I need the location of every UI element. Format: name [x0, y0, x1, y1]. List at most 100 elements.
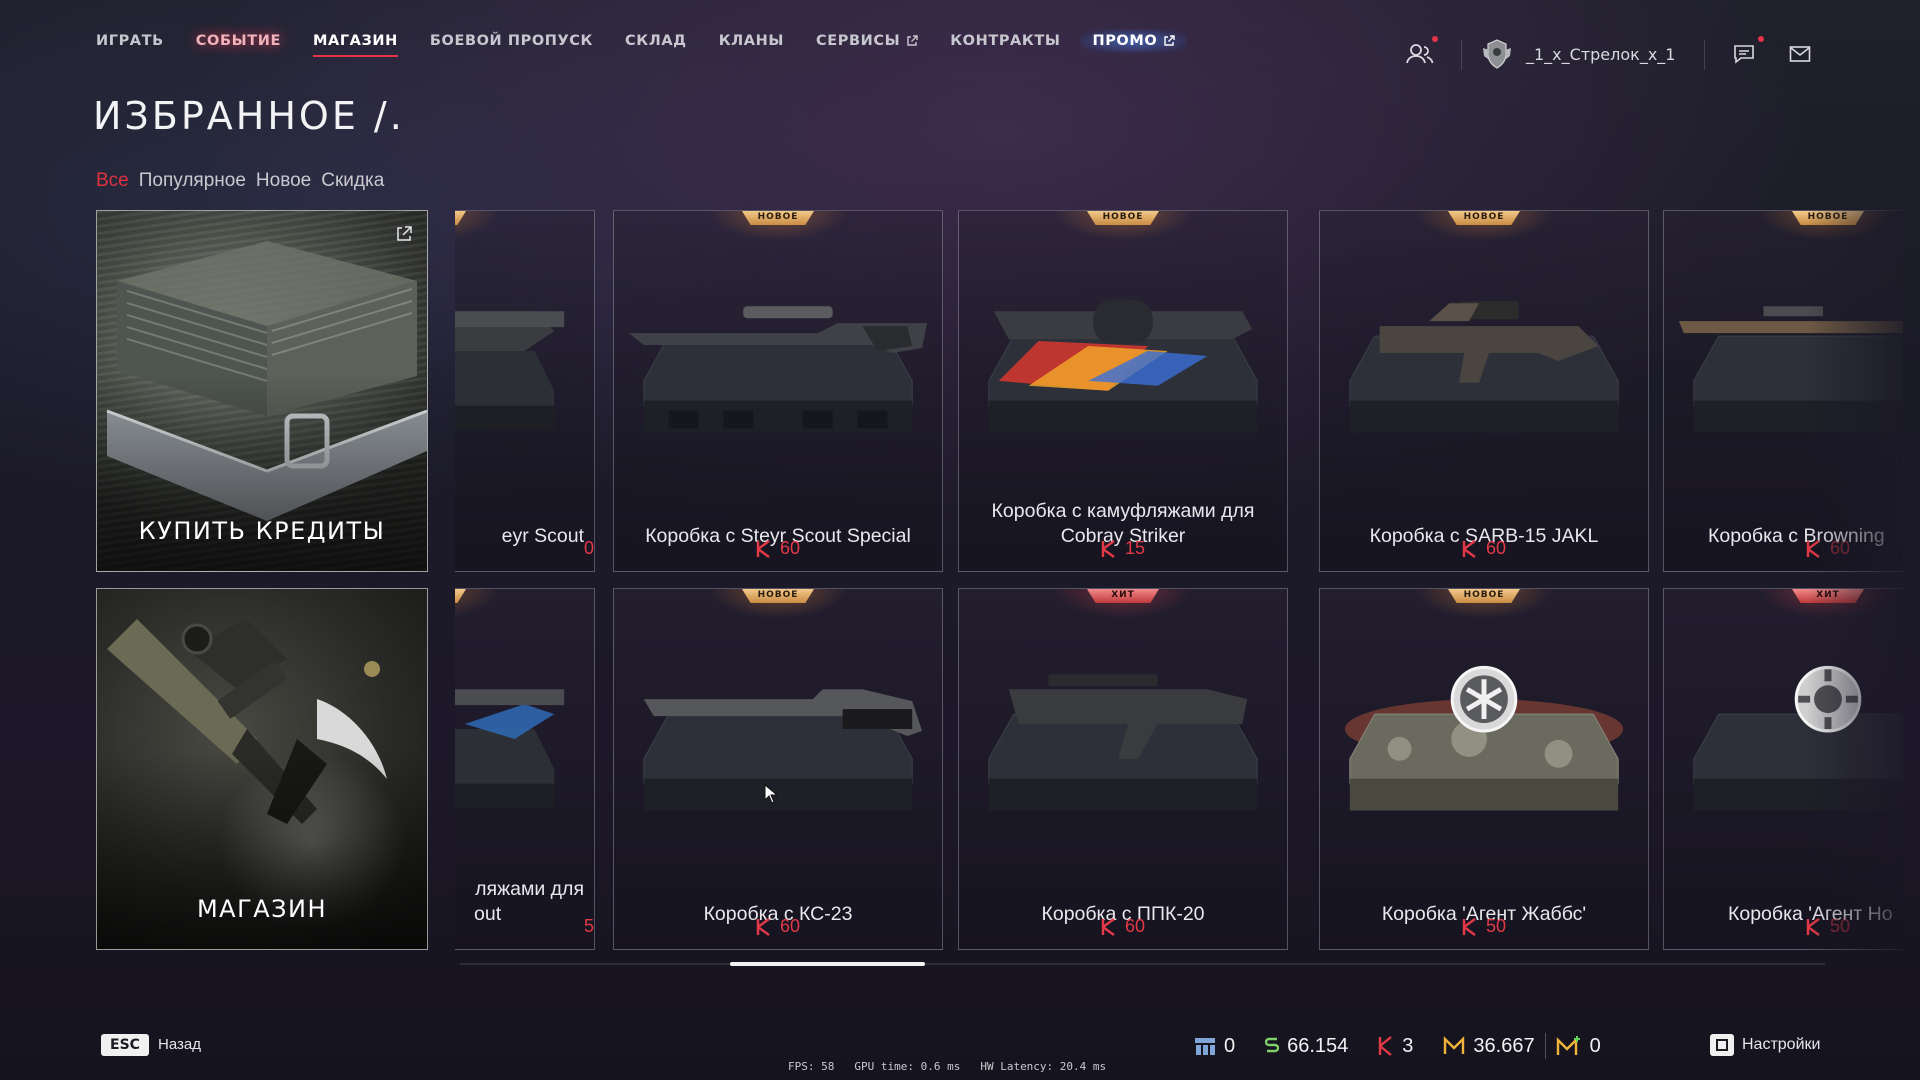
- friends-icon[interactable]: [1405, 42, 1435, 66]
- settings-label: Настройки: [1742, 1036, 1821, 1053]
- camo-box-image: [988, 299, 1258, 433]
- currency-divider: [1544, 1033, 1546, 1059]
- divider: [1704, 40, 1705, 70]
- weapon-box-image: [1678, 306, 1903, 433]
- esc-key[interactable]: ESC: [101, 1034, 149, 1056]
- nav-clans[interactable]: КЛАНЫ: [719, 33, 784, 49]
- currency-bar: 0 66.154 3 36.667 0: [1194, 1033, 1631, 1059]
- weapon-box-image: [455, 311, 565, 431]
- partial-cards-left: НОВОЕ eyr Scout 0 НОВОЕ ляжами для out 5: [455, 210, 597, 950]
- item-price: 50: [1806, 916, 1903, 937]
- item-price: 60: [614, 538, 942, 559]
- shop-tile[interactable]: МАГАЗИН: [96, 588, 428, 950]
- nav-play-label: ИГРАТЬ: [96, 33, 164, 49]
- item-price-value: 0: [583, 538, 594, 558]
- item-price-value: 15: [1124, 538, 1146, 558]
- nav-shop-label: МАГАЗИН: [312, 33, 398, 49]
- currency-bonus-crowns-value: 0: [1589, 1034, 1601, 1057]
- settings-button[interactable]: Настройки: [1710, 1034, 1820, 1056]
- item-price: 60: [1806, 538, 1903, 559]
- dollar-icon: [1265, 1037, 1280, 1053]
- k-currency-icon: [756, 917, 770, 936]
- item-price-value: 50: [1830, 916, 1851, 936]
- k-currency-icon: [1101, 539, 1115, 558]
- crown-icon: [1444, 1036, 1465, 1054]
- friends-notification-dot: [1432, 36, 1438, 42]
- username[interactable]: _1_x_Стрелок_x_1: [1526, 45, 1675, 64]
- back-button[interactable]: Назад: [158, 1036, 201, 1053]
- nav-contracts[interactable]: КОНТРАКТЫ: [950, 33, 1060, 49]
- item-price: 15: [959, 538, 1287, 559]
- k-currency-icon: [1462, 917, 1476, 936]
- item-price: 60: [1320, 538, 1648, 559]
- filter-new[interactable]: Новое: [256, 170, 311, 192]
- external-link-icon: [397, 226, 412, 241]
- item-price-value: 60: [779, 916, 801, 936]
- top-nav: ИГРАТЬ СОБЫТИЕ МАГАЗИН БОЕВОЙ ПРОПУСК СК…: [96, 28, 1219, 57]
- nav-shop[interactable]: МАГАЗИН: [312, 33, 398, 57]
- k-currency-icon: [1379, 1036, 1393, 1056]
- k-currency-icon: [1462, 539, 1476, 558]
- item-card-ks-23[interactable]: НОВОЕ Коробка с КС-23 60: [613, 588, 943, 950]
- k-currency-icon: [1806, 539, 1820, 558]
- nav-event[interactable]: СОБЫТИЕ: [196, 33, 281, 49]
- item-badge: НОВОЕ: [1448, 211, 1520, 225]
- nav-promo[interactable]: ПРОМО: [1080, 29, 1188, 53]
- nav-play[interactable]: ИГРАТЬ: [96, 33, 164, 49]
- item-badge: ХИТ: [1087, 589, 1159, 603]
- currency-crowns-value: 36.667: [1473, 1034, 1535, 1057]
- agent-box-image: [1344, 665, 1624, 811]
- item-card-partial-top[interactable]: НОВОЕ eyr Scout 0: [455, 210, 595, 572]
- weapon-box-image: [643, 689, 923, 811]
- item-name-line: ляжами для: [475, 878, 584, 900]
- item-card-steyr-scout[interactable]: НОВОЕ Коробка с Steyr Scout Special 60: [613, 210, 943, 572]
- buy-credits-tile[interactable]: КУПИТЬ КРЕДИТЫ: [96, 210, 428, 572]
- nav-event-label: СОБЫТИЕ: [195, 33, 281, 49]
- item-price-value: 5: [583, 916, 594, 936]
- nav-storage[interactable]: СКЛАД: [625, 33, 687, 49]
- nav-services[interactable]: СЕРВИСЫ: [816, 33, 918, 49]
- settings-key-icon: [1710, 1034, 1734, 1056]
- item-price: 50: [1320, 916, 1648, 937]
- filter-popular[interactable]: Популярное: [139, 170, 246, 192]
- item-price: 60: [959, 916, 1287, 937]
- divider: [1461, 40, 1462, 70]
- k-currency-icon: [1806, 917, 1820, 936]
- bonus-crown-icon: [1556, 1036, 1580, 1055]
- mail-icon[interactable]: [1789, 45, 1811, 63]
- weapon-box-image: [628, 306, 928, 433]
- currency-crowns: 36.667: [1443, 1034, 1535, 1058]
- item-card-partial-bottom[interactable]: НОВОЕ ляжами для out 5: [455, 588, 595, 950]
- buy-credits-label: КУПИТЬ КРЕДИТЫ: [138, 517, 386, 545]
- horizontal-scrollbar-thumb[interactable]: [730, 962, 925, 966]
- item-card-cobray-camo[interactable]: НОВОЕ Коробка с камуфляжами для Cobray S…: [958, 210, 1288, 572]
- currency-dollars-value: 66.154: [1287, 1034, 1349, 1057]
- external-link-icon: [1164, 35, 1176, 46]
- chat-notification-dot: [1758, 36, 1764, 42]
- nav-battle-pass[interactable]: БОЕВОЙ ПРОПУСК: [430, 33, 593, 49]
- item-badge: НОВОЕ: [742, 211, 814, 225]
- currency-dollars: 66.154: [1265, 1035, 1348, 1058]
- item-price-value: 60: [1485, 538, 1507, 558]
- item-price-value: 50: [1485, 916, 1507, 936]
- item-card-agent-jabbs[interactable]: НОВОЕ Коробка 'Агент Жаббс' 50: [1319, 588, 1649, 950]
- filter-all[interactable]: Все: [96, 170, 129, 192]
- weapon-box-image: [1349, 301, 1619, 433]
- horizontal-scrollbar-track[interactable]: [460, 963, 1825, 965]
- mouse-cursor-icon: [764, 784, 778, 804]
- currency-k: 3: [1378, 1035, 1413, 1058]
- currency-tokens: 0: [1194, 1035, 1235, 1058]
- chat-icon[interactable]: [1733, 44, 1755, 64]
- item-card-browning[interactable]: НОВОЕ Коробка с Browning 60: [1663, 210, 1903, 572]
- nav-battle-pass-label: БОЕВОЙ ПРОПУСК: [429, 33, 594, 49]
- item-card-sarb-15[interactable]: НОВОЕ Коробка с SARB-15 JAKL 60: [1319, 210, 1649, 572]
- currency-bonus-crowns: 0: [1556, 1035, 1601, 1058]
- nav-services-label: СЕРВИСЫ: [815, 33, 901, 49]
- nav-promo-label: ПРОМО: [1092, 33, 1158, 49]
- item-price: 0: [455, 538, 594, 559]
- item-card-ppk-20[interactable]: ХИТ Коробка с ППК-20 60: [958, 588, 1288, 950]
- item-price: 60: [614, 916, 942, 937]
- item-card-agent-ho[interactable]: ХИТ Коробка 'Агент Ho 50: [1663, 588, 1903, 950]
- filter-discount[interactable]: Скидка: [321, 170, 384, 192]
- currency-tokens-value: 0: [1224, 1034, 1236, 1057]
